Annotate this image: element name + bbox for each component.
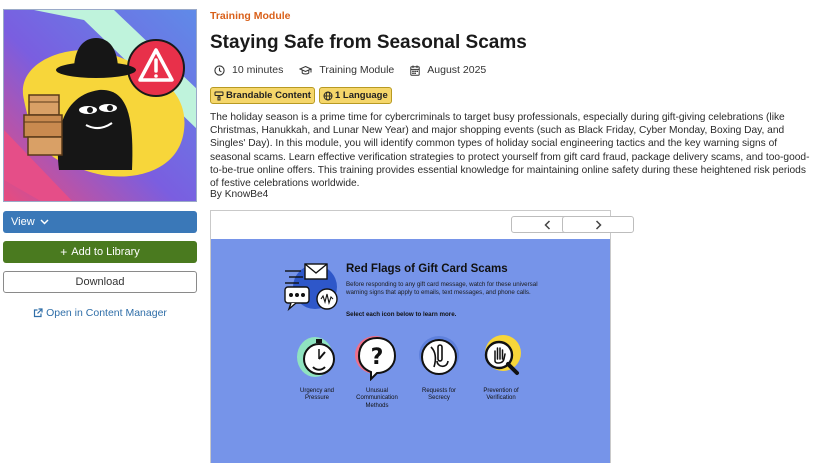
graduation-cap-icon [299, 65, 313, 74]
secrecy-card[interactable]: Requests for Secrecy [411, 333, 467, 403]
language-badge: 1 Language [318, 87, 392, 104]
chevron-left-icon [543, 219, 550, 230]
duration-text: 10 minutes [232, 64, 284, 76]
module-description: The holiday season is a prime time for c… [210, 112, 810, 190]
duration-meta: 10 minutes [214, 64, 283, 76]
download-button[interactable]: Download [3, 271, 197, 293]
slide-instruction: Select each icon below to learn more. [346, 311, 457, 318]
slide-subtitle: Before responding to any gift card messa… [346, 281, 538, 296]
preview-slide: Red Flags of Gift Card Scams Before resp… [211, 239, 610, 463]
plus-icon: + [60, 245, 68, 259]
date-text: August 2025 [427, 64, 487, 76]
module-meta: 10 minutes Training Module August 2025 [214, 64, 502, 76]
type-meta: Training Module [299, 64, 394, 76]
language-label: 1 Language [334, 90, 388, 101]
svg-text:?: ? [371, 345, 384, 370]
communication-card[interactable]: ? Unusual Communication Methods [349, 333, 405, 410]
page-title: Staying Safe from Seasonal Scams [210, 32, 527, 53]
paint-brush-icon [214, 91, 224, 100]
module-kicker: Training Module [210, 10, 291, 22]
view-button-label: View [11, 216, 35, 228]
urgency-card-label: Urgency and Pressure [299, 388, 335, 402]
open-in-content-manager-link[interactable]: Open in Content Manager [3, 307, 197, 319]
globe-icon [323, 91, 333, 100]
module-preview: Red Flags of Gift Card Scams Before resp… [210, 210, 634, 463]
calendar-icon [410, 65, 420, 76]
view-dropdown-button[interactable]: View [3, 211, 197, 233]
chevron-right-icon [595, 219, 602, 230]
date-meta: August 2025 [410, 64, 486, 76]
message-illustration-icon [284, 263, 338, 312]
verification-card-label: Prevention of Verification [483, 388, 519, 402]
open-link-label: Open in Content Manager [46, 307, 167, 319]
brandable-content-label: Brandable Content [226, 90, 311, 101]
type-text: Training Module [319, 64, 395, 76]
stopwatch-icon [297, 337, 335, 377]
question-mark-icon: ? [355, 336, 397, 382]
next-slide-button[interactable] [562, 216, 634, 233]
clock-icon [214, 64, 225, 76]
chevron-down-icon [40, 219, 49, 225]
add-to-library-label: Add to Library [71, 246, 140, 258]
communication-card-label: Unusual Communication Methods [356, 388, 398, 409]
add-to-library-button[interactable]: + Add to Library [3, 241, 197, 263]
shush-icon [419, 336, 459, 375]
external-link-icon [33, 308, 43, 318]
module-thumbnail [3, 9, 197, 202]
stop-hand-magnifier-icon [484, 335, 521, 375]
download-label: Download [75, 276, 125, 288]
secrecy-card-label: Requests for Secrecy [421, 388, 457, 402]
brandable-content-badge: Brandable Content [210, 87, 315, 104]
verification-card[interactable]: Prevention of Verification [473, 333, 529, 403]
slide-title: Red Flags of Gift Card Scams [346, 263, 508, 275]
author-byline: By KnowBe4 [210, 189, 269, 200]
urgency-card[interactable]: Urgency and Pressure [289, 333, 345, 403]
badge-row: Brandable Content 1 Language [210, 87, 396, 104]
